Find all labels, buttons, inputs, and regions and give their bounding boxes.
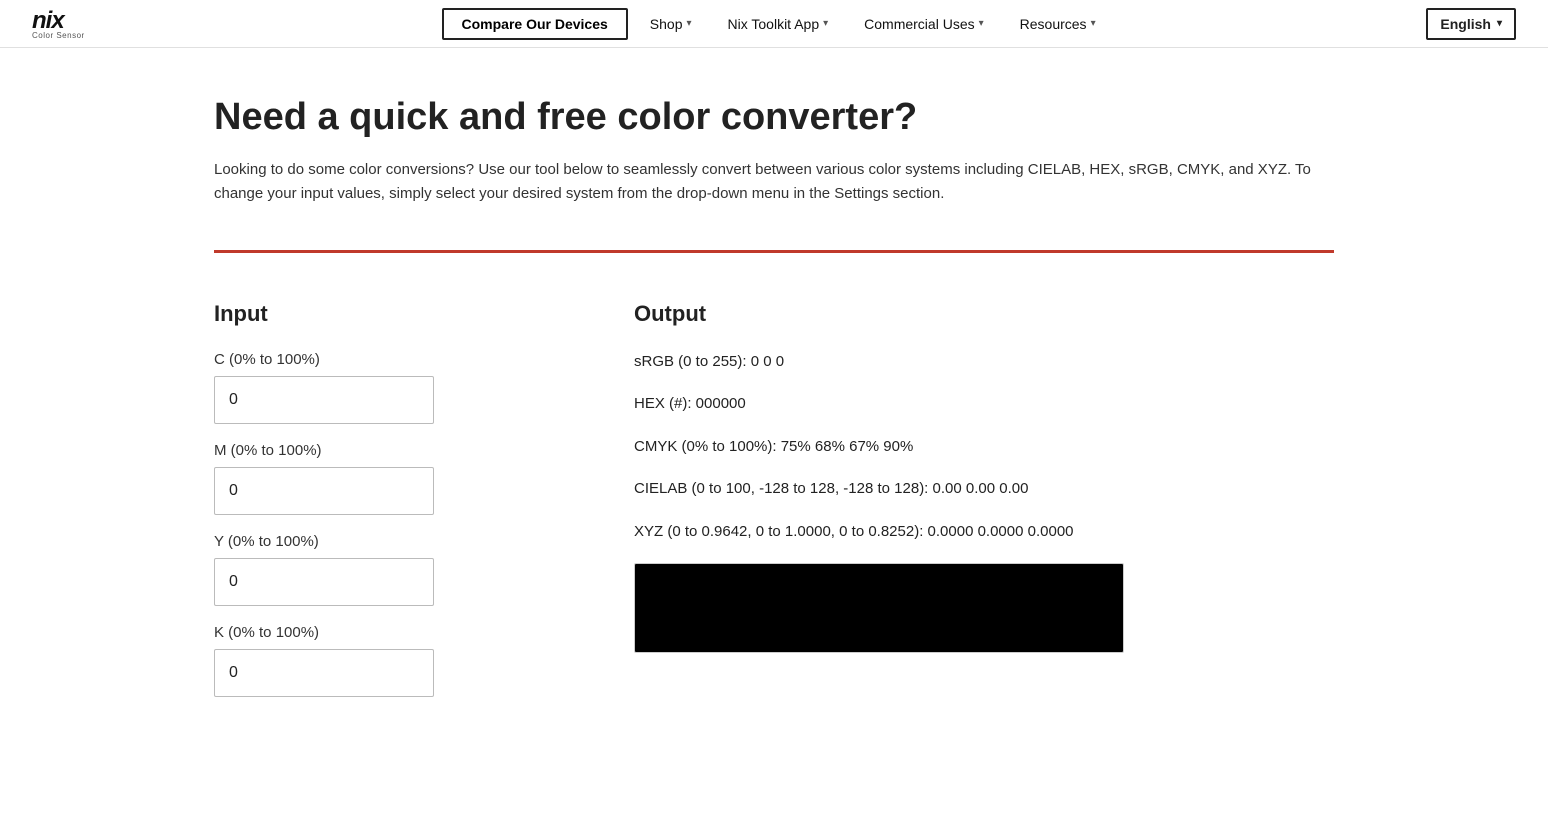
resources-menu[interactable]: Resources ▾ (1006, 10, 1110, 38)
language-label: English (1440, 16, 1491, 32)
logo[interactable]: nix Color Sensor (32, 7, 85, 40)
navigation: nix Color Sensor Compare Our Devices Sho… (0, 0, 1548, 48)
toolkit-label: Nix Toolkit App (728, 16, 820, 32)
resources-chevron-icon: ▾ (1091, 18, 1096, 29)
red-divider (214, 250, 1334, 253)
output-srgb: sRGB (0 to 255): 0 0 0 (634, 351, 1334, 374)
field-c: C (0% to 100%) (214, 351, 554, 426)
page-subtitle: Looking to do some color conversions? Us… (214, 158, 1334, 206)
commercial-menu[interactable]: Commercial Uses ▾ (850, 10, 998, 38)
field-c-label: C (0% to 100%) (214, 351, 554, 368)
field-m: M (0% to 100%) (214, 442, 554, 517)
field-y: Y (0% to 100%) (214, 533, 554, 608)
field-y-label: Y (0% to 100%) (214, 533, 554, 550)
shop-menu[interactable]: Shop ▾ (636, 10, 706, 38)
logo-sub: Color Sensor (32, 31, 85, 40)
toolkit-menu[interactable]: Nix Toolkit App ▾ (714, 10, 843, 38)
field-y-input[interactable] (214, 558, 434, 606)
field-c-input[interactable] (214, 376, 434, 424)
shop-label: Shop (650, 16, 683, 32)
shop-chevron-icon: ▾ (687, 18, 692, 29)
language-selector[interactable]: English ▾ (1426, 8, 1516, 40)
toolkit-chevron-icon: ▾ (823, 18, 828, 29)
input-title: Input (214, 301, 554, 327)
output-section: Output sRGB (0 to 255): 0 0 0 HEX (#): 0… (634, 301, 1334, 654)
output-cielab: CIELAB (0 to 100, -128 to 128, -128 to 1… (634, 478, 1334, 501)
field-k: K (0% to 100%) (214, 624, 554, 699)
output-hex: HEX (#): 000000 (634, 393, 1334, 416)
field-m-label: M (0% to 100%) (214, 442, 554, 459)
compare-devices-button[interactable]: Compare Our Devices (442, 8, 628, 40)
language-chevron-icon: ▾ (1497, 18, 1502, 29)
field-k-input[interactable] (214, 649, 434, 697)
resources-label: Resources (1020, 16, 1087, 32)
output-cmyk: CMYK (0% to 100%): 75% 68% 67% 90% (634, 436, 1334, 459)
converter-layout: Input C (0% to 100%) M (0% to 100%) Y (0… (214, 301, 1334, 699)
output-xyz: XYZ (0 to 0.9642, 0 to 1.0000, 0 to 0.82… (634, 521, 1334, 544)
field-m-input[interactable] (214, 467, 434, 515)
commercial-label: Commercial Uses (864, 16, 974, 32)
color-preview-box (634, 563, 1124, 653)
commercial-chevron-icon: ▾ (979, 18, 984, 29)
output-title: Output (634, 301, 1334, 327)
nav-items: Compare Our Devices Shop ▾ Nix Toolkit A… (125, 8, 1427, 40)
page-title: Need a quick and free color converter? (214, 96, 1334, 140)
main-content: Need a quick and free color converter? L… (174, 48, 1374, 759)
input-section: Input C (0% to 100%) M (0% to 100%) Y (0… (214, 301, 554, 699)
field-k-label: K (0% to 100%) (214, 624, 554, 641)
